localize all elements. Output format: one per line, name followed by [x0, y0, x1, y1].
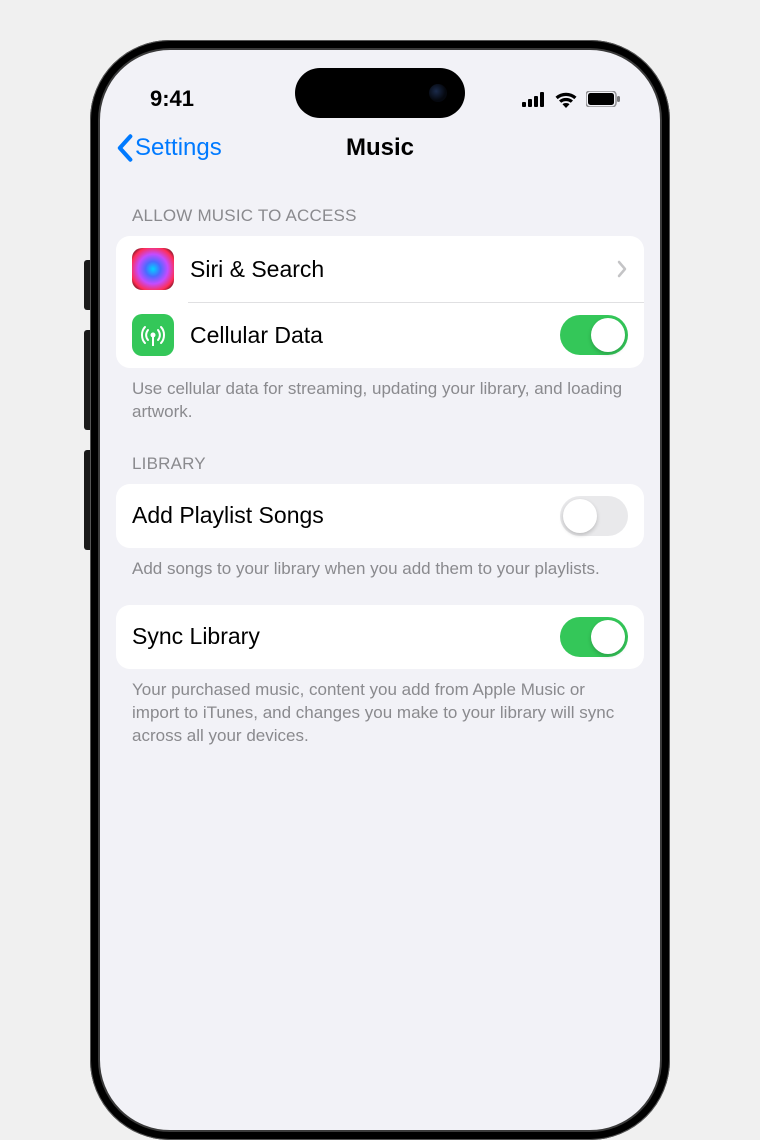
row-label-add-playlist: Add Playlist Songs [132, 502, 560, 529]
back-label: Settings [135, 134, 222, 162]
screen: 9:41 Settings Music Allow Music to Acces… [98, 48, 662, 1132]
footer-sync: Your purchased music, content you add fr… [116, 669, 644, 748]
section-header-access: Allow Music to Access [116, 176, 644, 236]
row-add-playlist-songs[interactable]: Add Playlist Songs [116, 484, 644, 548]
footer-access: Use cellular data for streaming, updatin… [116, 368, 644, 424]
chevron-left-icon [116, 134, 133, 162]
row-cellular-data[interactable]: Cellular Data [116, 302, 644, 368]
group-sync-library: Sync Library [116, 605, 644, 669]
row-siri-search[interactable]: Siri & Search [116, 236, 644, 302]
footer-add-playlist: Add songs to your library when you add t… [116, 548, 644, 581]
antenna-icon [132, 314, 174, 356]
cellular-signal-icon [522, 92, 546, 107]
content: Allow Music to Access Siri & Search Cell… [100, 176, 660, 748]
wifi-icon [554, 91, 578, 108]
group-add-playlist: Add Playlist Songs [116, 484, 644, 548]
siri-icon [132, 248, 174, 290]
back-button[interactable]: Settings [116, 134, 222, 162]
group-access: Siri & Search Cellular Data [116, 236, 644, 368]
row-label-siri: Siri & Search [190, 256, 616, 283]
nav-bar: Settings Music [100, 120, 660, 176]
chevron-right-icon [616, 260, 628, 278]
row-sync-library[interactable]: Sync Library [116, 605, 644, 669]
phone-frame: 9:41 Settings Music Allow Music to Acces… [90, 40, 670, 1140]
dynamic-island [295, 68, 465, 118]
toggle-sync-library[interactable] [560, 617, 628, 657]
status-time: 9:41 [150, 86, 194, 112]
toggle-add-playlist-songs[interactable] [560, 496, 628, 536]
battery-icon [586, 91, 620, 107]
toggle-cellular-data[interactable] [560, 315, 628, 355]
row-label-sync: Sync Library [132, 623, 560, 650]
section-header-library: Library [116, 424, 644, 484]
row-label-cellular: Cellular Data [190, 322, 560, 349]
